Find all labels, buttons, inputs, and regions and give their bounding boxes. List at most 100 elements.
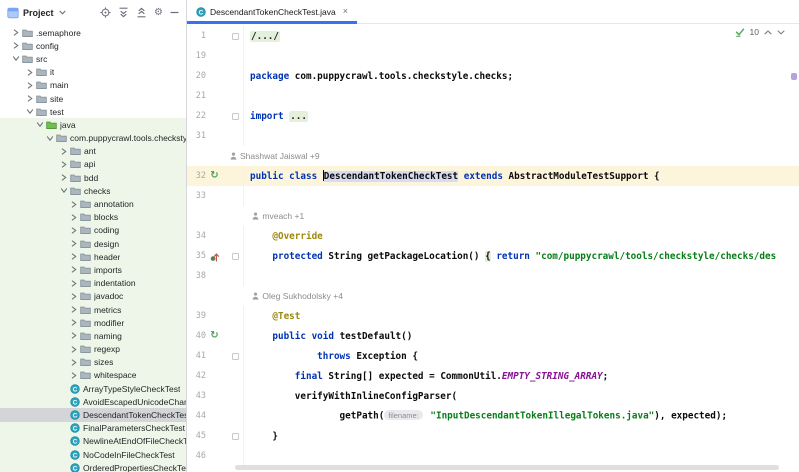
chevron-right-icon[interactable] (12, 42, 19, 49)
chevron-right-icon[interactable] (70, 306, 77, 313)
fold-marker-icon[interactable] (232, 253, 239, 260)
close-icon[interactable]: × (343, 7, 348, 16)
chevron-right-icon[interactable] (60, 161, 67, 168)
tree-item-annotation[interactable]: annotation (0, 197, 186, 210)
overriding-method-icon[interactable] (206, 251, 223, 262)
project-panel-title[interactable]: Project (23, 8, 54, 18)
tree-item-coding[interactable]: coding (0, 224, 186, 237)
tree-item-design[interactable]: design (0, 237, 186, 250)
chevron-right-icon[interactable] (26, 95, 33, 102)
tree-item-config[interactable]: config (0, 39, 186, 52)
code-line-31[interactable]: 31 (187, 126, 799, 146)
chevron-down-icon[interactable] (26, 108, 33, 115)
tree-item-ant[interactable]: ant (0, 145, 186, 158)
tree-item-nocodeinfilechecktest[interactable]: CNoCodeInFileCheckTest (0, 448, 186, 461)
fold-marker-icon[interactable] (232, 113, 239, 120)
tree-item-javadoc[interactable]: javadoc (0, 290, 186, 303)
chevron-right-icon[interactable] (70, 280, 77, 287)
tree-item-com-puppycrawl-tools-checkstyle[interactable]: com.puppycrawl.tools.checkstyle (0, 132, 186, 145)
tree-item-bdd[interactable]: bdd (0, 171, 186, 184)
chevron-down-icon[interactable] (12, 55, 19, 62)
chevron-right-icon[interactable] (26, 69, 33, 76)
code-line-20[interactable]: 20package com.puppycrawl.tools.checkstyl… (187, 66, 799, 86)
chevron-right-icon[interactable] (70, 201, 77, 208)
code-line-1[interactable]: 1/.../ (187, 26, 799, 46)
author-inlay[interactable]: Oleg Sukhodolsky +4 (187, 286, 799, 306)
chevron-right-icon[interactable] (60, 148, 67, 155)
chevron-right-icon[interactable] (70, 319, 77, 326)
fold-marker-icon[interactable] (232, 353, 239, 360)
tree-item-main[interactable]: main (0, 79, 186, 92)
chevron-right-icon[interactable] (70, 266, 77, 273)
run-test-icon[interactable]: ↻ (206, 331, 223, 341)
tree-item-it[interactable]: it (0, 66, 186, 79)
tree-item-descendanttokenchecktest[interactable]: CDescendantTokenCheckTest (0, 408, 186, 421)
code-line-43[interactable]: 43 verifyWithInlineConfigParser( (187, 386, 799, 406)
fold-marker-icon[interactable] (232, 433, 239, 440)
code-line-40[interactable]: 40↻ public void testDefault() (187, 326, 799, 346)
chevron-down-icon[interactable] (60, 187, 67, 194)
chevron-down-icon[interactable] (59, 10, 66, 15)
tree-item-avoidescapedunicodecharactersche[interactable]: CAvoidEscapedUnicodeCharactersChe (0, 395, 186, 408)
tree-item-checks[interactable]: checks (0, 184, 186, 197)
tree-item-whitespace[interactable]: whitespace (0, 369, 186, 382)
code-line-33[interactable]: 33 (187, 186, 799, 206)
tree-item-imports[interactable]: imports (0, 263, 186, 276)
horizontal-scrollbar[interactable] (235, 465, 779, 470)
code-line-42[interactable]: 42 final String[] expected = CommonUtil.… (187, 366, 799, 386)
settings-icon[interactable]: ⚙ (154, 7, 163, 18)
chevron-down-icon[interactable] (36, 121, 43, 128)
code-line-38[interactable]: 38 (187, 266, 799, 286)
tree-item-test[interactable]: test (0, 105, 186, 118)
chevron-right-icon[interactable] (26, 82, 33, 89)
chevron-down-icon[interactable] (46, 135, 53, 142)
tree-item-blocks[interactable]: blocks (0, 211, 186, 224)
author-inlay[interactable]: mveach +1 (187, 206, 799, 226)
hide-icon[interactable] (170, 7, 179, 18)
tree-item-newlineatendoffilechecktest[interactable]: CNewlineAtEndOfFileCheckTest (0, 435, 186, 448)
chevron-right-icon[interactable] (70, 240, 77, 247)
chevron-right-icon[interactable] (12, 29, 19, 36)
tree-item-java[interactable]: java (0, 118, 186, 131)
code-line-22[interactable]: 22import ... (187, 106, 799, 126)
chevron-right-icon[interactable] (70, 372, 77, 379)
chevron-right-icon[interactable] (70, 346, 77, 353)
code-line-19[interactable]: 19 (187, 46, 799, 66)
tree-item-sizes[interactable]: sizes (0, 356, 186, 369)
chevron-right-icon[interactable] (70, 359, 77, 366)
tree-item-metrics[interactable]: metrics (0, 303, 186, 316)
code-line-34[interactable]: 34 @Override (187, 226, 799, 246)
tree-item-api[interactable]: api (0, 158, 186, 171)
tree-item-naming[interactable]: naming (0, 329, 186, 342)
chevron-right-icon[interactable] (70, 214, 77, 221)
run-test-icon[interactable]: ↻ (206, 171, 223, 181)
chevron-right-icon[interactable] (70, 227, 77, 234)
tree-item-src[interactable]: src (0, 52, 186, 65)
code-line-35[interactable]: 35 protected String getPackageLocation()… (187, 246, 799, 266)
code-line-39[interactable]: 39 @Test (187, 306, 799, 326)
chevron-right-icon[interactable] (70, 253, 77, 260)
inspections-widget[interactable]: 10 (735, 27, 785, 37)
code-line-21[interactable]: 21 (187, 86, 799, 106)
tree-item-regexp[interactable]: regexp (0, 343, 186, 356)
tree-item-arraytypestylechecktest[interactable]: CArrayTypeStyleCheckTest (0, 382, 186, 395)
fold-marker-icon[interactable] (232, 33, 239, 40)
code-line-46[interactable]: 46 (187, 446, 799, 466)
chevron-right-icon[interactable] (70, 332, 77, 339)
code-line-45[interactable]: 45 } (187, 426, 799, 446)
tree-item-header[interactable]: header (0, 250, 186, 263)
tree-item-modifier[interactable]: modifier (0, 316, 186, 329)
code-line-32[interactable]: 32↻public class DescendantTokenCheckTest… (187, 166, 799, 186)
tree-item-indentation[interactable]: indentation (0, 277, 186, 290)
tree-item-orderedpropertieschecktest[interactable]: COrderedPropertiesCheckTest (0, 461, 186, 472)
scrollbar-stripe-mark[interactable] (791, 73, 797, 80)
chevron-right-icon[interactable] (70, 293, 77, 300)
select-opened-file-icon[interactable] (100, 7, 111, 18)
chevron-down-icon[interactable] (777, 30, 785, 35)
code-line-41[interactable]: 41 throws Exception { (187, 346, 799, 366)
collapse-all-icon[interactable] (136, 7, 147, 18)
author-inlay[interactable]: Shashwat Jaiswal +9 (187, 146, 799, 166)
chevron-up-icon[interactable] (764, 30, 772, 35)
chevron-right-icon[interactable] (60, 174, 67, 181)
tree-item--semaphore[interactable]: .semaphore (0, 26, 186, 39)
